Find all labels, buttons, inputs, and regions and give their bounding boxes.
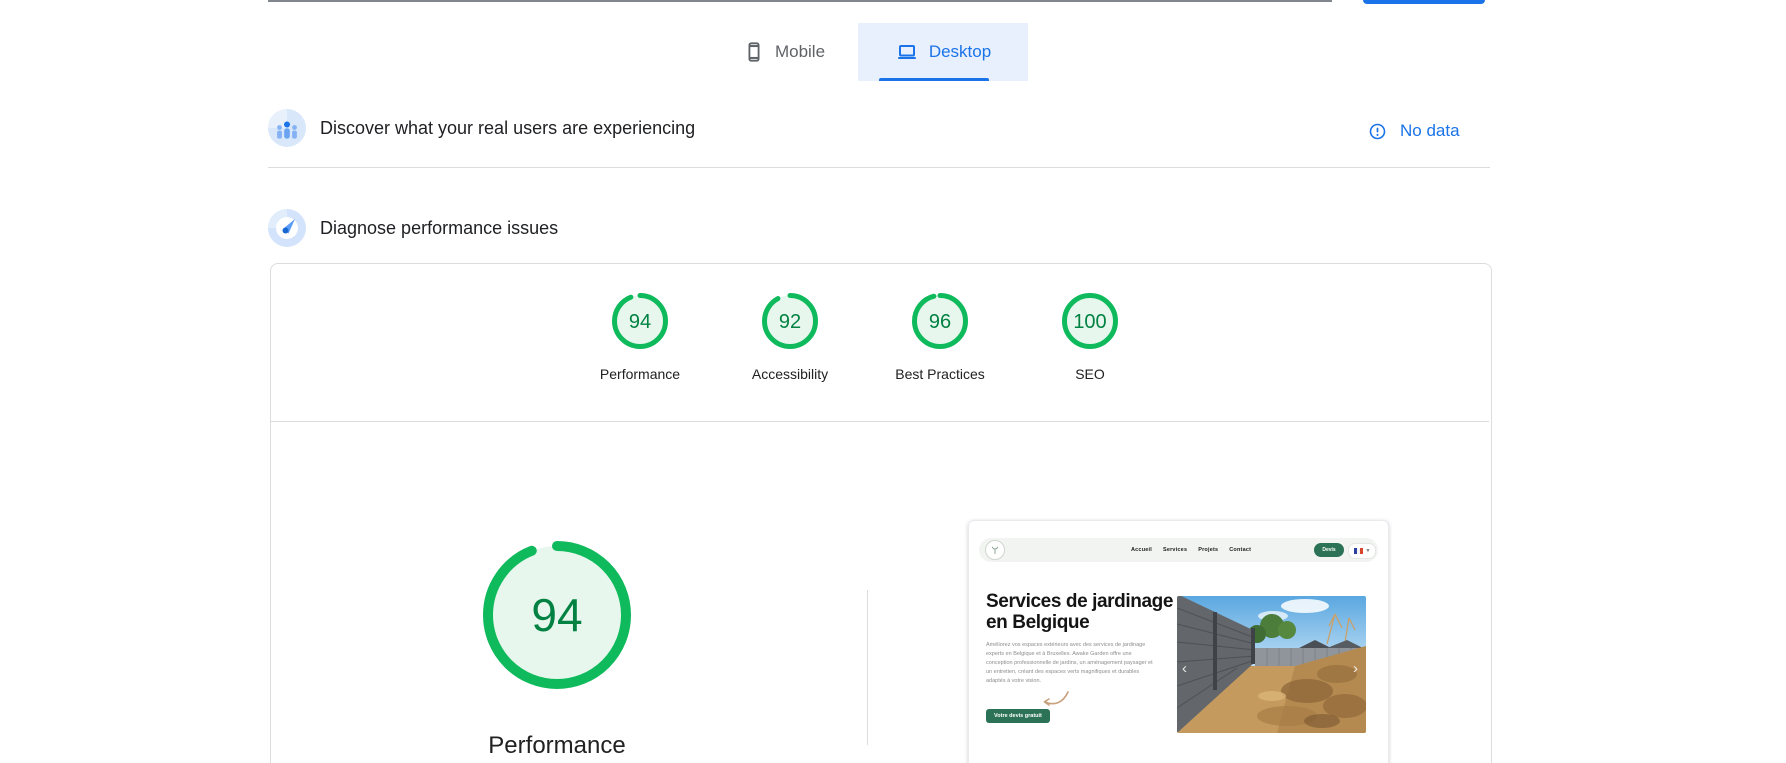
final-screenshot-thumbnail: Accueil Services Projets Contact Devis ▼ Se… [968, 520, 1389, 763]
pagespeed-insights-screen: Mobile Desktop Discover what your r [0, 0, 1786, 763]
chevron-down-icon: ▼ [1366, 548, 1371, 554]
active-tab-indicator [879, 78, 989, 81]
score-label: Performance [600, 366, 680, 382]
performance-gauge-label: Performance [432, 732, 682, 760]
performance-score-gauge[interactable]: 94 [482, 540, 632, 690]
preview-navbar: Accueil Services Projets Contact Devis ▼ [979, 538, 1378, 562]
real-users-icon [268, 109, 306, 147]
field-data-section: Discover what your real users are experi… [268, 108, 695, 148]
no-data-label: No data [1400, 121, 1460, 141]
diagnose-section: Diagnose performance issues [268, 208, 558, 248]
score-gauge-accessibility[interactable]: 92 Accessibility [715, 292, 865, 382]
tab-mobile[interactable]: Mobile [710, 23, 858, 81]
section-divider [268, 167, 1490, 168]
no-data-link[interactable]: No data [1369, 121, 1460, 141]
field-data-title: Discover what your real users are experi… [320, 118, 695, 139]
smartphone-icon [743, 41, 765, 63]
preview-logo-icon [985, 540, 1005, 560]
svg-text:100: 100 [1073, 311, 1106, 333]
diagnose-title: Diagnose performance issues [320, 218, 558, 239]
preview-paragraph: Améliorez vos espaces extérieurs avec de… [986, 641, 1158, 686]
preview-garden-photo: ‹ › [1177, 596, 1366, 733]
info-icon[interactable] [1369, 123, 1386, 140]
svg-text:96: 96 [929, 311, 951, 333]
analyze-button[interactable] [1363, 0, 1485, 4]
score-gauge-performance[interactable]: 94 Performance [565, 292, 715, 382]
tab-mobile-label: Mobile [775, 42, 825, 62]
preview-nav-link: Contact [1229, 547, 1251, 553]
tab-desktop-label: Desktop [929, 42, 991, 62]
preview-devis-button: Devis [1314, 543, 1344, 557]
preview-nav-link: Accueil [1131, 547, 1152, 553]
french-flag-icon [1354, 548, 1363, 554]
category-scores-row: 94 Performance 92 Accessibility 96 Best Pra… [565, 292, 1165, 382]
score-gauge-seo[interactable]: 100 SEO [1015, 292, 1165, 382]
preview-language-selector: ▼ [1348, 543, 1376, 559]
preview-heading: Services de jardinage en Belgique [986, 591, 1176, 633]
svg-text:94: 94 [629, 311, 651, 333]
svg-text:‹: ‹ [1182, 660, 1187, 677]
svg-text:›: › [1353, 660, 1358, 677]
url-input-underline [268, 0, 1332, 2]
svg-text:94: 94 [531, 589, 582, 641]
svg-text:92: 92 [779, 311, 801, 333]
score-label: Best Practices [895, 366, 984, 382]
card-divider [271, 421, 1489, 422]
tab-desktop[interactable]: Desktop [858, 23, 1028, 81]
preview-nav-links: Accueil Services Projets Contact [1131, 538, 1251, 562]
score-label: Accessibility [752, 366, 828, 382]
score-label: SEO [1075, 366, 1105, 382]
laptop-icon [895, 40, 919, 64]
preview-nav-link: Projets [1198, 547, 1218, 553]
lighthouse-gauge-icon [268, 209, 306, 247]
vertical-divider [867, 590, 868, 745]
preview-nav-link: Services [1163, 547, 1187, 553]
hand-drawn-arrow-icon [1039, 689, 1071, 716]
score-gauge-best-practices[interactable]: 96 Best Practices [865, 292, 1015, 382]
